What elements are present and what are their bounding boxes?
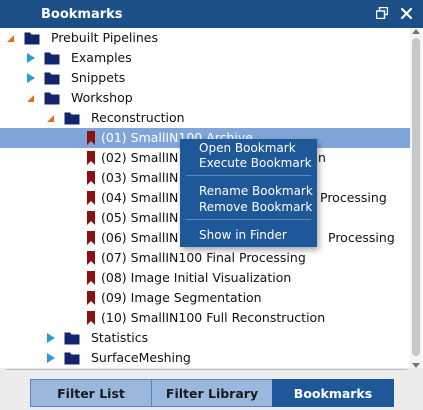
dock-title: Bookmarks — [41, 6, 123, 22]
collapsed-arrow-icon[interactable] — [47, 333, 55, 343]
bookmark-icon — [87, 211, 95, 228]
tree-item-label: (03) SmallIN — [101, 170, 179, 185]
collapsed-arrow-icon[interactable] — [47, 353, 55, 363]
bookmark-icon — [87, 251, 95, 268]
tree-item-label: (06) SmallIN — [101, 230, 179, 245]
tree-item-label-tail: n — [318, 150, 326, 165]
menu-item-show-in-finder[interactable]: Show in Finder — [199, 227, 287, 243]
tree-item-label: Reconstruction — [91, 110, 185, 125]
tree-bookmark-row[interactable]: (10) SmallIN100 Full Reconstruction — [0, 308, 410, 328]
tree-folder-row[interactable]: SurfaceMeshing — [0, 348, 410, 368]
tree-item-label: (07) SmallIN100 Final Processing — [101, 250, 306, 265]
menu-item-remove-bookmark[interactable]: Remove Bookmark — [199, 199, 312, 215]
tree-item-label: Statistics — [91, 330, 149, 345]
folder-icon — [64, 331, 80, 348]
folder-icon — [24, 31, 40, 48]
bookmark-icon — [87, 171, 95, 188]
folder-icon — [64, 111, 80, 128]
tab-filter-library[interactable]: Filter Library — [151, 379, 273, 407]
bookmark-icon — [87, 271, 95, 288]
tree-item-label: (10) SmallIN100 Full Reconstruction — [101, 310, 326, 325]
vertical-scroll-thumb[interactable] — [412, 38, 420, 356]
menu-separator — [186, 175, 311, 176]
tree-item-label: Snippets — [71, 70, 126, 85]
menu-item-open-bookmark[interactable]: Open Bookmark — [199, 140, 296, 156]
bookmark-icon — [87, 191, 95, 208]
bookmark-icon — [87, 291, 95, 308]
expanded-arrow-icon[interactable] — [27, 95, 34, 102]
bookmark-icon — [87, 231, 95, 248]
tree-folder-row[interactable]: Reconstruction — [0, 108, 410, 128]
tree-folder-row[interactable]: Statistics — [0, 328, 410, 348]
tree-item-label: (02) SmallIN — [101, 150, 179, 165]
tree-item-label: (09) Image Segmentation — [101, 290, 262, 305]
vertical-scrollbar[interactable] — [410, 28, 422, 370]
tab-label: Bookmarks — [293, 385, 373, 401]
expanded-arrow-icon[interactable] — [7, 35, 14, 42]
tree-item-label: (08) Image Initial Visualization — [101, 270, 292, 285]
folder-icon — [44, 91, 60, 108]
menu-separator — [186, 219, 311, 220]
tab-label: Filter List — [57, 385, 125, 401]
tree-item-label: Prebuilt Pipelines — [51, 30, 158, 45]
tree-item-label: Workshop — [71, 90, 133, 105]
folder-icon — [44, 51, 60, 68]
tab-label: Filter Library — [165, 385, 259, 401]
tree-folder-row[interactable]: Examples — [0, 48, 410, 68]
tree-item-label-tail: Processing — [320, 190, 387, 205]
tree-item-label: (04) SmallIN — [101, 190, 179, 205]
bookmark-icon — [87, 151, 95, 168]
tree-item-label-tail: Processing — [328, 230, 395, 245]
folder-icon — [64, 351, 80, 368]
tree-bookmark-row[interactable]: (08) Image Initial Visualization — [0, 268, 410, 288]
tree-bookmark-row[interactable]: (09) Image Segmentation — [0, 288, 410, 308]
tree-item-label: Examples — [71, 50, 132, 65]
tab-filter-list[interactable]: Filter List — [30, 379, 152, 407]
collapsed-arrow-icon[interactable] — [27, 73, 35, 83]
tree-folder-row[interactable]: Workshop — [0, 88, 410, 108]
collapsed-arrow-icon[interactable] — [27, 53, 35, 63]
tab-bookmarks[interactable]: Bookmarks — [272, 379, 394, 407]
bookmark-icon — [87, 311, 95, 328]
tree-item-label: (05) SmallIN — [101, 210, 179, 225]
tree-item-label: SurfaceMeshing — [91, 350, 191, 365]
expanded-arrow-icon[interactable] — [47, 115, 54, 122]
menu-item-rename-bookmark[interactable]: Rename Bookmark — [199, 183, 313, 199]
tree-bookmark-row[interactable]: (07) SmallIN100 Final Processing — [0, 248, 410, 268]
float-window-icon[interactable] — [375, 6, 389, 20]
dock-title-bar: Bookmarks — [0, 0, 423, 28]
tree-folder-row[interactable]: Snippets — [0, 68, 410, 88]
scroll-up-icon[interactable] — [412, 29, 420, 34]
folder-icon — [44, 71, 60, 88]
context-menu: Open Bookmark Execute Bookmark Rename Bo… — [180, 139, 317, 247]
bookmark-icon — [87, 131, 95, 148]
close-icon[interactable] — [399, 6, 413, 20]
dock-tab-bar: Filter List Filter Library Bookmarks — [0, 370, 423, 410]
tree-folder-row[interactable]: Prebuilt Pipelines — [0, 28, 410, 48]
menu-item-execute-bookmark[interactable]: Execute Bookmark — [199, 155, 312, 171]
